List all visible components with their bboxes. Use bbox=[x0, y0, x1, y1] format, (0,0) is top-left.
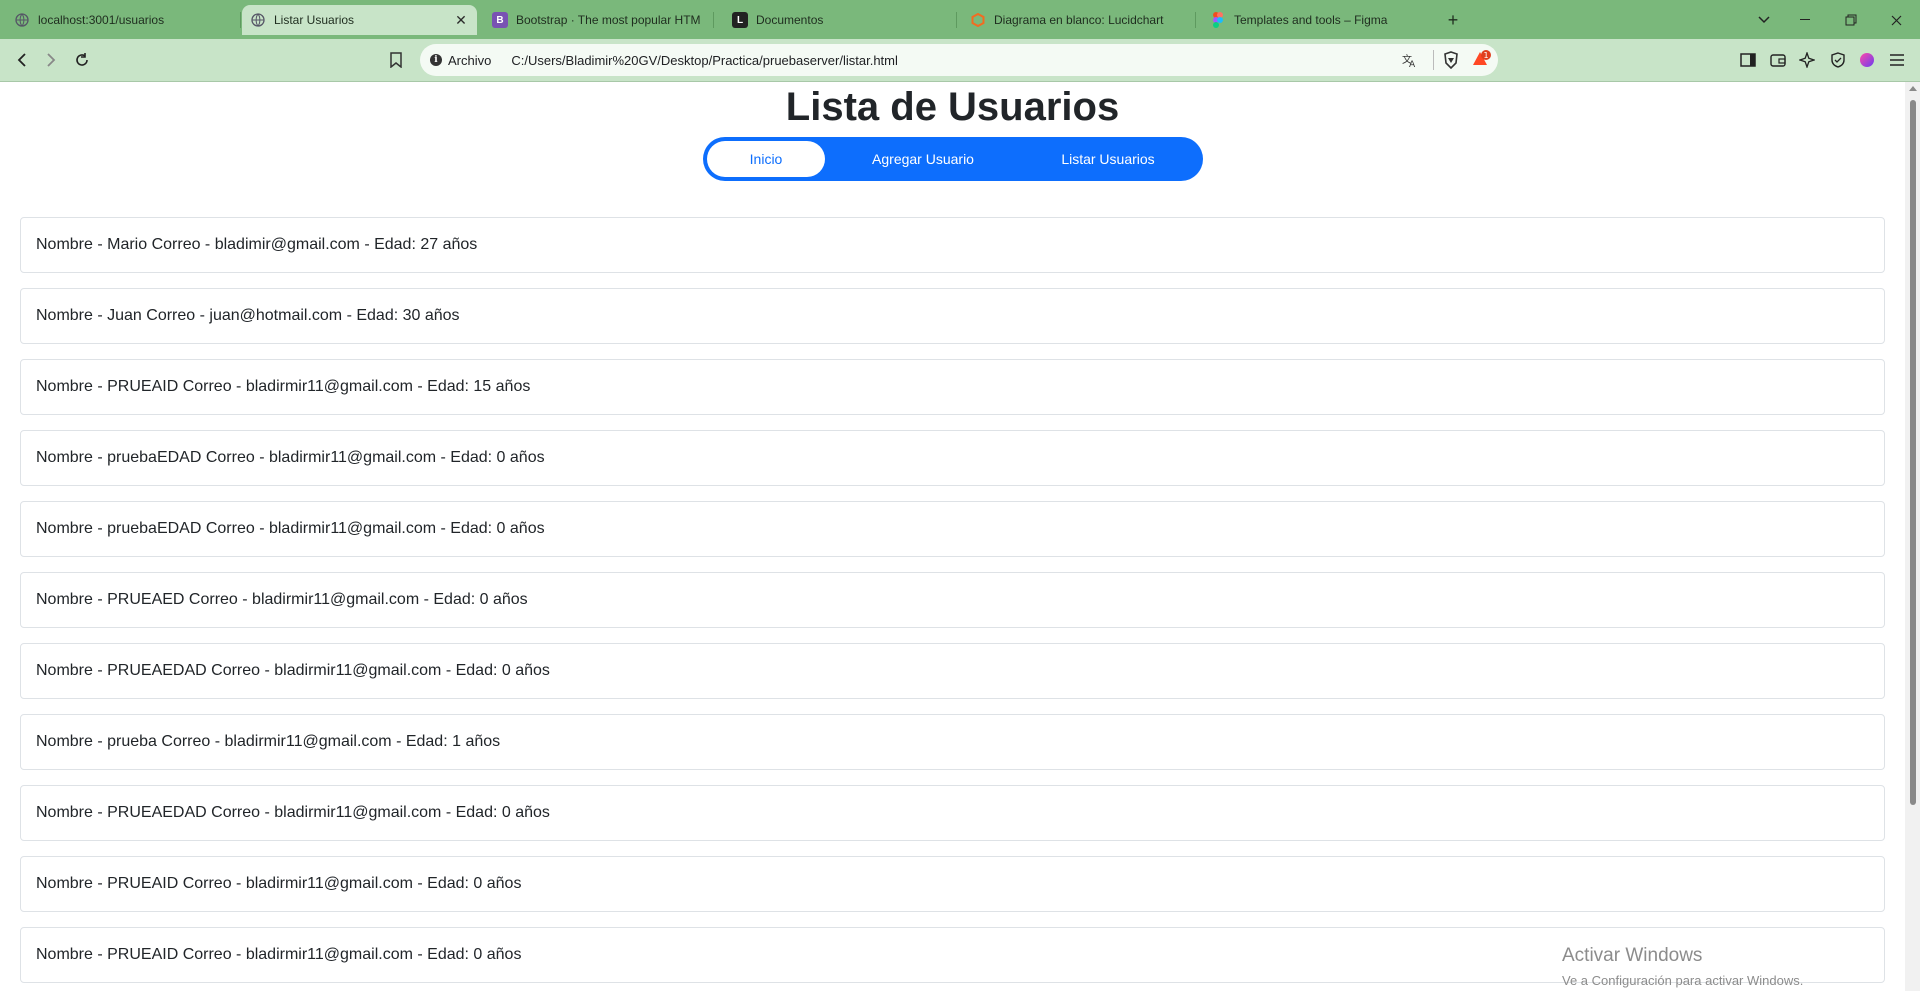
close-window-button[interactable] bbox=[1884, 8, 1908, 32]
tab-label: Bootstrap · The most popular HTML bbox=[516, 13, 701, 27]
tab-label: Diagrama en blanco: Lucidchart bbox=[994, 13, 1164, 27]
page-scrollbar[interactable] bbox=[1905, 82, 1920, 991]
tab-separator bbox=[956, 12, 957, 28]
tab-separator bbox=[1195, 12, 1196, 28]
nav-agregar-usuario-link[interactable]: Agregar Usuario bbox=[843, 137, 1003, 181]
scroll-up-arrow-icon[interactable] bbox=[1909, 86, 1917, 91]
url-text[interactable]: C:/Users/Bladimir%20GV/Desktop/Practica/… bbox=[511, 53, 898, 68]
tab-figma[interactable]: Templates and tools – Figma bbox=[1202, 5, 1427, 35]
tab-label: Documentos bbox=[756, 13, 824, 27]
windows-activation-watermark: Activar Windows Ve a Configuración para … bbox=[1562, 944, 1803, 990]
list-item: Nombre - prueba Correo - bladirmir11@gma… bbox=[20, 714, 1885, 770]
info-icon[interactable]: i bbox=[430, 54, 442, 66]
nav-listar-usuarios-link[interactable]: Listar Usuarios bbox=[1028, 137, 1188, 181]
scrollbar-thumb[interactable] bbox=[1910, 100, 1916, 805]
sidebar-toggle-icon[interactable] bbox=[1736, 48, 1760, 72]
restore-button[interactable] bbox=[1839, 8, 1863, 32]
list-item: Nombre - pruebaEDAD Correo - bladirmir11… bbox=[20, 430, 1885, 486]
tab-label: Listar Usuarios bbox=[274, 13, 355, 27]
list-item: Nombre - Juan Correo - juan@hotmail.com … bbox=[20, 288, 1885, 344]
page-title: Lista de Usuarios bbox=[785, 85, 1120, 129]
tab-listar-usuarios[interactable]: Listar Usuarios ✕ bbox=[242, 5, 477, 35]
list-item: Nombre - pruebaEDAD Correo - bladirmir11… bbox=[20, 501, 1885, 557]
tab-lucidchart[interactable]: Diagrama en blanco: Lucidchart bbox=[962, 5, 1187, 35]
tab-separator bbox=[713, 12, 714, 28]
menu-icon[interactable] bbox=[1885, 48, 1909, 72]
brave-rewards-icon[interactable]: 1 bbox=[1472, 50, 1492, 71]
main-nav: Inicio Agregar Usuario Listar Usuarios bbox=[703, 137, 1203, 181]
profile-avatar-icon[interactable] bbox=[1855, 48, 1879, 72]
lucidchart-icon bbox=[970, 12, 986, 28]
tab-localhost-usuarios[interactable]: localhost:3001/usuarios bbox=[6, 5, 236, 35]
translate-icon[interactable]: 文A bbox=[1402, 52, 1418, 71]
globe-icon bbox=[14, 12, 30, 28]
forward-button[interactable] bbox=[39, 48, 63, 72]
tab-search-chevron-icon[interactable] bbox=[1752, 8, 1776, 32]
list-item: Nombre - PRUEAID Correo - bladirmir11@gm… bbox=[20, 856, 1885, 912]
wallet-icon[interactable] bbox=[1766, 48, 1790, 72]
back-button[interactable] bbox=[10, 48, 34, 72]
tab-bootstrap[interactable]: B Bootstrap · The most popular HTML bbox=[484, 5, 709, 35]
figma-icon bbox=[1210, 12, 1226, 28]
svg-text:A: A bbox=[1409, 60, 1416, 68]
minimize-button[interactable] bbox=[1793, 8, 1817, 32]
scheme-label: Archivo bbox=[448, 52, 492, 68]
document-icon: L bbox=[732, 12, 748, 28]
close-icon[interactable]: ✕ bbox=[453, 12, 469, 29]
tab-label: Templates and tools – Figma bbox=[1234, 13, 1388, 27]
tab-strip: localhost:3001/usuarios Listar Usuarios … bbox=[0, 0, 1920, 39]
browser-toolbar: i Archivo C:/Users/Bladimir%20GV/Desktop… bbox=[0, 39, 1920, 82]
tab-label: localhost:3001/usuarios bbox=[38, 13, 165, 27]
tab-separator bbox=[240, 12, 241, 28]
watermark-title: Activar Windows bbox=[1562, 945, 1703, 966]
nav-inicio-link[interactable]: Inicio bbox=[707, 141, 825, 177]
list-item: Nombre - Mario Correo - bladimir@gmail.c… bbox=[20, 217, 1885, 273]
reload-button[interactable] bbox=[70, 48, 94, 72]
globe-icon bbox=[250, 12, 266, 28]
watermark-subtitle: Ve a Configuración para activar Windows. bbox=[1562, 973, 1804, 988]
address-bar[interactable]: i Archivo C:/Users/Bladimir%20GV/Desktop… bbox=[420, 44, 1498, 76]
list-item: Nombre - PRUEAEDAD Correo - bladirmir11@… bbox=[20, 785, 1885, 841]
new-tab-button[interactable]: + bbox=[1441, 8, 1465, 32]
svg-text:1: 1 bbox=[1483, 51, 1488, 60]
divider bbox=[1433, 50, 1434, 70]
list-item: Nombre - PRUEAED Correo - bladirmir11@gm… bbox=[20, 572, 1885, 628]
brave-shields-icon[interactable] bbox=[1443, 51, 1459, 72]
bookmark-icon[interactable] bbox=[384, 48, 408, 72]
list-item: Nombre - PRUEAID Correo - bladirmir11@gm… bbox=[20, 359, 1885, 415]
page-content: Lista de Usuarios Inicio Agregar Usuario… bbox=[0, 82, 1905, 991]
list-item: Nombre - PRUEAEDAD Correo - bladirmir11@… bbox=[20, 643, 1885, 699]
leo-ai-icon[interactable] bbox=[1795, 48, 1819, 72]
bootstrap-icon: B bbox=[492, 12, 508, 28]
vpn-shield-icon[interactable] bbox=[1826, 48, 1850, 72]
tab-documentos[interactable]: L Documentos bbox=[724, 5, 949, 35]
user-list: Nombre - Mario Correo - bladimir@gmail.c… bbox=[20, 217, 1885, 991]
